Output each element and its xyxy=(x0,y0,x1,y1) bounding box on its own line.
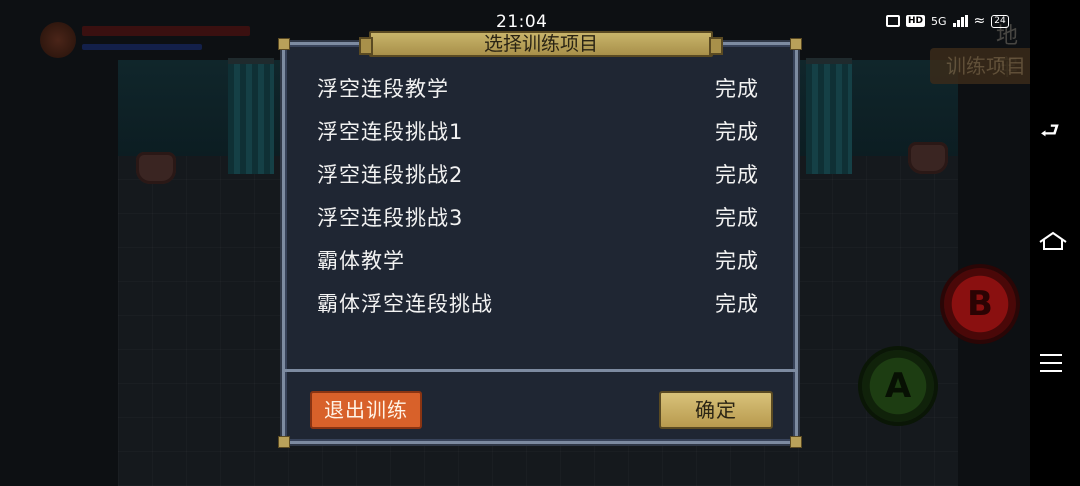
training-item-name: 浮空连段挑战1 xyxy=(317,120,464,144)
training-item-name: 霸体教学 xyxy=(317,249,405,273)
a-button[interactable]: A xyxy=(862,350,934,422)
training-item-status: 完成 xyxy=(715,292,759,316)
dialog-title: 选择训练项目 xyxy=(359,31,723,57)
training-items-button[interactable]: 训练项目 xyxy=(930,48,1030,84)
training-item[interactable]: 霸体教学 完成 xyxy=(317,239,759,282)
network-label: 5G xyxy=(931,14,947,28)
hd-icon: HD xyxy=(906,15,926,27)
home-icon[interactable] xyxy=(1038,230,1068,252)
training-dialog: 选择训练项目 浮空连段教学 完成 浮空连段挑战1 完成 浮空连段挑战2 完成 浮… xyxy=(278,31,802,448)
training-item[interactable]: 浮空连段教学 完成 xyxy=(317,67,759,110)
training-item[interactable]: 霸体浮空连段挑战 完成 xyxy=(317,282,759,325)
mp-bar xyxy=(82,44,202,50)
training-item-name: 霸体浮空连段挑战 xyxy=(317,292,493,316)
back-icon[interactable]: ⮐ xyxy=(1040,114,1060,152)
vibrate-icon xyxy=(886,15,900,27)
urn-left xyxy=(136,152,176,184)
training-item-status: 完成 xyxy=(715,120,759,144)
battery-icon: 24 xyxy=(991,14,1009,28)
training-item-status: 完成 xyxy=(715,77,759,101)
hp-bar xyxy=(82,26,250,36)
b-button[interactable]: B xyxy=(944,268,1016,340)
player-avatar xyxy=(40,22,76,58)
corner-ornament xyxy=(790,38,802,50)
menu-icon[interactable] xyxy=(1040,354,1062,378)
training-item[interactable]: 浮空连段挑战3 完成 xyxy=(317,196,759,239)
status-time: 21:04 xyxy=(496,12,548,32)
corner-ornament xyxy=(278,38,290,50)
training-item-name: 浮空连段教学 xyxy=(317,77,449,101)
exit-training-button[interactable]: 退出训练 xyxy=(310,391,422,429)
signal-icon xyxy=(952,15,968,27)
dialog-divider xyxy=(285,369,795,372)
urn-right xyxy=(908,142,948,174)
wifi-icon: ≈ xyxy=(973,13,986,29)
training-item-status: 完成 xyxy=(715,249,759,273)
pillar-left xyxy=(228,58,274,174)
confirm-button[interactable]: 确定 xyxy=(659,391,773,429)
status-icons: HD 5G ≈ 24 xyxy=(886,13,1009,29)
training-item[interactable]: 浮空连段挑战2 完成 xyxy=(317,153,759,196)
training-item-status: 完成 xyxy=(715,206,759,230)
corner-ornament xyxy=(790,436,802,448)
training-item-name: 浮空连段挑战3 xyxy=(317,206,464,230)
pillar-right xyxy=(806,58,852,174)
training-item[interactable]: 浮空连段挑战1 完成 xyxy=(317,110,759,153)
training-list: 浮空连段教学 完成 浮空连段挑战1 完成 浮空连段挑战2 完成 浮空连段挑战3 … xyxy=(317,67,759,325)
corner-ornament xyxy=(278,436,290,448)
training-item-status: 完成 xyxy=(715,163,759,187)
training-item-name: 浮空连段挑战2 xyxy=(317,163,464,187)
